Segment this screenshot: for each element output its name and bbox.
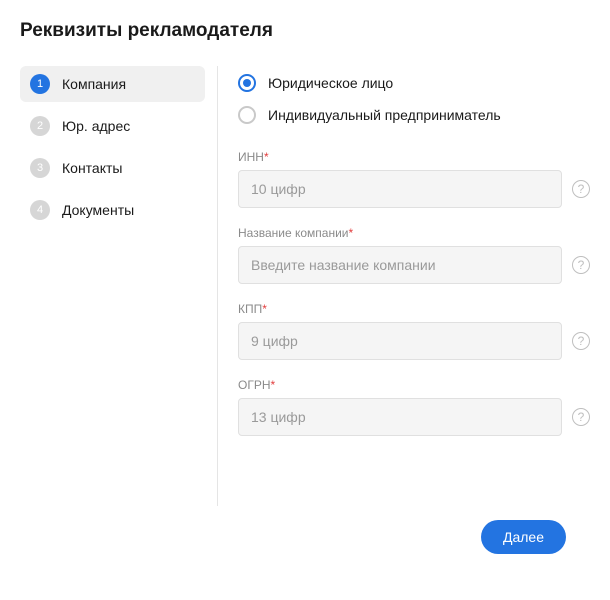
radio-icon — [238, 74, 256, 92]
help-icon[interactable]: ? — [572, 256, 590, 274]
required-mark: * — [262, 302, 267, 316]
label-text: ОГРН — [238, 378, 271, 392]
vertical-divider — [217, 66, 218, 506]
label-text: ИНН — [238, 150, 264, 164]
main-layout: 1 Компания 2 Юр. адрес 3 Контакты 4 Доку… — [20, 66, 590, 506]
field-label: КПП* — [238, 302, 590, 316]
help-icon[interactable]: ? — [572, 180, 590, 198]
field-label: Название компании* — [238, 226, 590, 240]
inn-input[interactable] — [238, 170, 562, 208]
entity-type-radio-group: Юридическое лицо Индивидуальный предприн… — [238, 74, 590, 124]
step-number-icon: 4 — [30, 200, 50, 220]
company-name-input[interactable] — [238, 246, 562, 284]
step-number-icon: 3 — [30, 158, 50, 178]
radio-individual-entrepreneur[interactable]: Индивидуальный предприниматель — [238, 106, 590, 124]
input-row: ? — [238, 246, 590, 284]
radio-legal-entity[interactable]: Юридическое лицо — [238, 74, 590, 92]
company-form: Юридическое лицо Индивидуальный предприн… — [238, 66, 590, 506]
required-mark: * — [271, 378, 276, 392]
next-button[interactable]: Далее — [481, 520, 566, 554]
field-inn: ИНН* ? — [238, 150, 590, 208]
label-text: КПП — [238, 302, 262, 316]
field-kpp: КПП* ? — [238, 302, 590, 360]
step-number-icon: 1 — [30, 74, 50, 94]
step-label: Юр. адрес — [62, 118, 130, 134]
form-container: Реквизиты рекламодателя 1 Компания 2 Юр.… — [0, 0, 610, 554]
required-mark: * — [348, 226, 353, 240]
required-mark: * — [264, 150, 269, 164]
step-label: Компания — [62, 76, 126, 92]
form-footer: Далее — [20, 506, 590, 554]
step-documents[interactable]: 4 Документы — [20, 192, 205, 228]
input-row: ? — [238, 398, 590, 436]
help-icon[interactable]: ? — [572, 332, 590, 350]
step-label: Контакты — [62, 160, 122, 176]
step-legal-address[interactable]: 2 Юр. адрес — [20, 108, 205, 144]
kpp-input[interactable] — [238, 322, 562, 360]
field-company-name: Название компании* ? — [238, 226, 590, 284]
steps-sidebar: 1 Компания 2 Юр. адрес 3 Контакты 4 Доку… — [20, 66, 205, 506]
radio-label: Индивидуальный предприниматель — [268, 107, 501, 123]
field-label: ИНН* — [238, 150, 590, 164]
ogrn-input[interactable] — [238, 398, 562, 436]
step-contacts[interactable]: 3 Контакты — [20, 150, 205, 186]
field-ogrn: ОГРН* ? — [238, 378, 590, 436]
label-text: Название компании — [238, 226, 348, 240]
step-company[interactable]: 1 Компания — [20, 66, 205, 102]
radio-icon — [238, 106, 256, 124]
radio-label: Юридическое лицо — [268, 75, 393, 91]
page-title: Реквизиты рекламодателя — [20, 20, 590, 42]
field-label: ОГРН* — [238, 378, 590, 392]
step-number-icon: 2 — [30, 116, 50, 136]
input-row: ? — [238, 170, 590, 208]
step-label: Документы — [62, 202, 134, 218]
input-row: ? — [238, 322, 590, 360]
help-icon[interactable]: ? — [572, 408, 590, 426]
